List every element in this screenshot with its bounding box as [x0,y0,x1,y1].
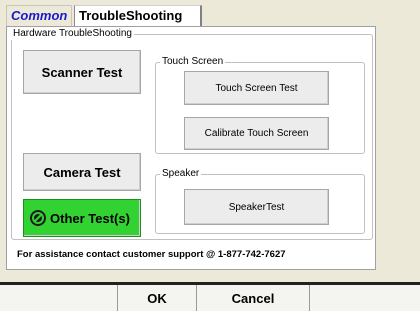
scanner-test-button[interactable]: Scanner Test [23,50,141,94]
troubleshooting-panel: Hardware TroubleShooting Scanner Test Ca… [6,26,376,270]
touch-screen-legend: Touch Screen [160,56,226,68]
bottom-button-bar: OK Cancel [0,282,420,311]
no-symbol-icon [30,210,46,226]
ok-button[interactable]: OK [118,285,196,311]
other-tests-label: Other Test(s) [50,210,130,226]
speaker-legend: Speaker [160,168,202,180]
touch-screen-test-button[interactable]: Touch Screen Test [184,71,329,105]
speaker-test-button[interactable]: SpeakerTest [184,189,329,225]
calibrate-touch-screen-button[interactable]: Calibrate Touch Screen [184,117,329,150]
other-tests-button[interactable]: Other Test(s) [23,199,141,237]
tab-troubleshooting[interactable]: TroubleShooting [74,5,202,27]
hardware-troubleshooting-legend: Hardware TroubleShooting [11,28,134,40]
tab-common[interactable]: Common [6,5,72,27]
cancel-button[interactable]: Cancel [197,285,309,311]
support-contact-text: For assistance contact customer support … [17,249,286,260]
separator [309,285,310,311]
camera-test-button[interactable]: Camera Test [23,153,141,191]
